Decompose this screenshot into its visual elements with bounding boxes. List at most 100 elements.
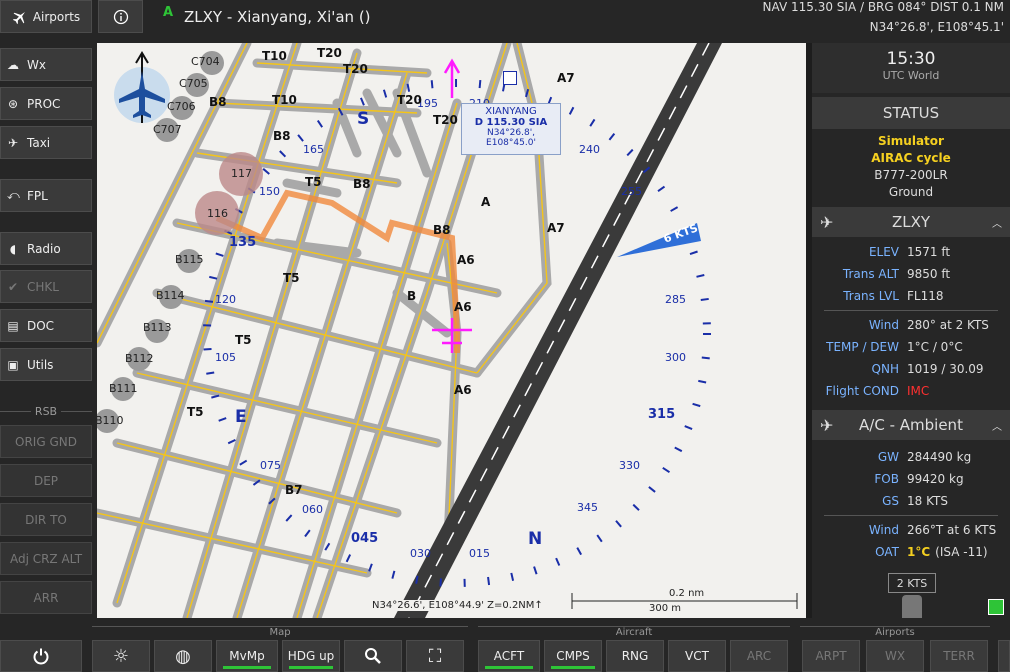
sidebar-item-fpl[interactable]: ⤺ FPL: [0, 179, 92, 212]
flight-cond-value: IMC: [907, 384, 930, 398]
taxiway-label: A6: [457, 253, 475, 267]
info-key: Wind: [868, 523, 899, 537]
more-button[interactable]: [998, 640, 1010, 672]
stand-label: C707: [153, 123, 182, 136]
brightness-button[interactable]: ☼: [92, 640, 150, 672]
ambient-info: GW 284490 kg FOB 99420 kg GS 18 KTS Wind 266…: [812, 440, 1010, 563]
info-value: 266°T at 6 KTS: [907, 523, 997, 537]
arpt-button[interactable]: ARPT: [802, 640, 860, 672]
stand-label: C706: [167, 100, 196, 113]
status-airac: AIRAC cycle: [871, 151, 951, 165]
sidebar-item-utils[interactable]: ▣ Utils: [0, 348, 92, 381]
search-button[interactable]: [344, 640, 402, 672]
mvmp-button[interactable]: MvMp: [216, 640, 278, 672]
acft-button[interactable]: ACFT: [478, 640, 540, 672]
chevron-down-icon[interactable]: [988, 599, 1004, 615]
info-key: FOB: [874, 472, 899, 486]
info-value: 1571 ft: [907, 245, 951, 259]
vor-station-icon: [503, 71, 517, 85]
taxiway-label: A: [481, 195, 491, 209]
ambient-section-title: A/C - Ambient: [859, 416, 963, 434]
rsb-orig-gnd-button[interactable]: ORIG GND: [0, 425, 92, 458]
info-row: Trans ALT 9850 ft: [812, 263, 1010, 285]
compass-label: E: [235, 407, 247, 427]
sidebar-item-doc[interactable]: ▤ DOC: [0, 309, 92, 342]
compass-label: 255: [621, 185, 642, 198]
compass-label: 315: [648, 407, 676, 422]
info-key: OAT: [875, 545, 899, 559]
airports-button[interactable]: Airports: [0, 0, 92, 33]
sidebar-item-proc[interactable]: ⊛ PROC: [0, 87, 92, 120]
flightplan-icon: ⤺: [7, 188, 20, 202]
terr-button[interactable]: TERR: [930, 640, 988, 672]
airport-section-header[interactable]: ✈ ZLXY ︿: [812, 207, 1010, 237]
cmps-button[interactable]: CMPS: [544, 640, 602, 672]
ambient-section-header[interactable]: ✈ A/C - Ambient ︿: [812, 410, 1010, 440]
utc-label: UTC World: [882, 69, 940, 82]
power-button[interactable]: [0, 640, 82, 672]
map-button[interactable]: ⛶: [406, 640, 464, 672]
hdg-up-button[interactable]: HDG up: [282, 640, 340, 672]
document-icon: ▤: [7, 318, 19, 333]
stand-label: C704: [191, 55, 220, 68]
oat-value: 1°C: [907, 545, 931, 559]
taxiway-label: B8: [273, 129, 291, 143]
speed-box: 2 KTS: [888, 573, 936, 593]
vor-info-box[interactable]: XIANYANG D 115.30 SIA N34°26.8', E108°45…: [461, 103, 561, 155]
rsb-dir-to-button[interactable]: DIR TO: [0, 503, 92, 536]
taxiway-label: A6: [454, 383, 472, 397]
vor-name: XIANYANG: [485, 106, 537, 117]
globe-button[interactable]: ◍: [154, 640, 212, 672]
north-arrow-icon: [114, 51, 170, 123]
status-simulator: Simulator: [878, 134, 944, 148]
info-row: FOB 99420 kg: [812, 468, 1010, 490]
status-header[interactable]: STATUS: [812, 97, 1010, 129]
info-row: Wind 266°T at 6 KTS: [812, 519, 1010, 541]
compass-label: 240: [579, 143, 600, 156]
nav-info-line1: NAV 115.30 SIA / BRG 084° DIST 0.1 NM: [762, 0, 1004, 14]
stand-label: B110: [97, 414, 124, 427]
taxiway-label: B7: [285, 483, 303, 497]
right-panel: 15:30 UTC World STATUS Simulator AIRAC c…: [812, 43, 1010, 618]
compass-label: 105: [215, 351, 236, 364]
sidebar-item-label: DOC: [27, 318, 55, 333]
info-key: Trans ALT: [842, 267, 899, 281]
search-icon: [365, 648, 381, 664]
taxiway-label: T10: [272, 93, 297, 107]
info-row: Wind 280° at 2 KTS: [812, 314, 1010, 336]
vct-button[interactable]: VCT: [668, 640, 726, 672]
sidebar-item-chkl[interactable]: ✔ CHKL: [0, 270, 92, 303]
rsb-dep-button[interactable]: DEP: [0, 464, 92, 497]
compass-label: 135: [229, 235, 257, 250]
arc-button[interactable]: ARC: [730, 640, 788, 672]
map-canvas[interactable]: [97, 43, 806, 618]
info-row: GW 284490 kg: [812, 446, 1010, 468]
info-value: 18 KTS: [907, 494, 948, 508]
compass-label: 330: [619, 459, 640, 472]
cursor-coordinate-readout: N34°26.6', E108°44.9' Z=0.2NM↑: [369, 600, 546, 611]
info-key: TEMP / DEW: [826, 340, 899, 354]
taxiway-label: T5: [283, 271, 300, 285]
rsb-adj-crz-alt-button[interactable]: Adj CRZ ALT: [0, 542, 92, 575]
airport-info: ELEV 1571 ft Trans ALT 9850 ft Trans LVL FL…: [812, 237, 1010, 402]
globe-icon: ◍: [175, 645, 191, 667]
sidebar-item-wx[interactable]: ☁ Wx: [0, 48, 92, 81]
taxi-icon: ✈: [7, 135, 19, 150]
taxiway-label: B8: [209, 95, 227, 109]
sidebar-item-label: CHKL: [27, 279, 59, 294]
airport-map[interactable]: 135 150 165 195 210 225 240 255 285 300 …: [97, 43, 806, 618]
power-icon: [33, 648, 49, 665]
rng-button[interactable]: RNG: [606, 640, 664, 672]
airports-label: Airports: [32, 9, 81, 24]
info-value: 280° at 2 KTS: [907, 318, 989, 332]
sidebar-item-taxi[interactable]: ✈ Taxi: [0, 126, 92, 159]
info-button[interactable]: [98, 0, 143, 33]
sidebar-item-radio[interactable]: ◖ Radio: [0, 232, 92, 265]
compass-label: 030: [410, 547, 431, 560]
vor-coordinates: N34°26.8', E108°45.0': [486, 128, 536, 148]
headset-icon: ◖: [9, 241, 17, 256]
stand-label: B112: [125, 352, 154, 365]
wx-button[interactable]: WX: [866, 640, 924, 672]
rsb-arr-button[interactable]: ARR: [0, 581, 92, 614]
airplane-icon: ✈: [820, 212, 834, 232]
